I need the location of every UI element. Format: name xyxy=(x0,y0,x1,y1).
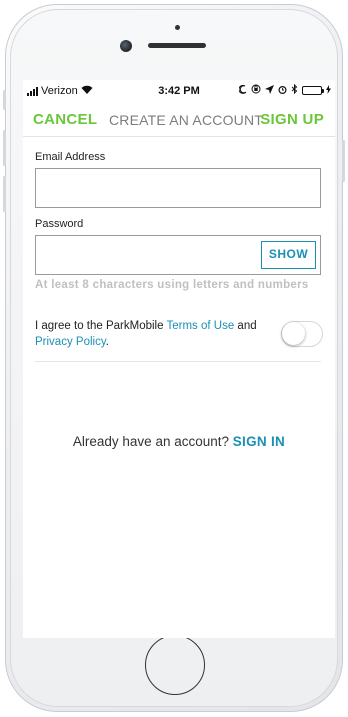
agree-suffix: . xyxy=(105,336,109,348)
nav-bar: CANCEL CREATE AN ACCOUNT SIGN UP xyxy=(23,102,335,137)
divider xyxy=(35,361,321,362)
proximity-sensor xyxy=(175,25,180,30)
signin-prompt: Already have an account? SIGN IN xyxy=(23,434,335,449)
sign-in-link[interactable]: SIGN IN xyxy=(233,434,285,449)
volume-up-button xyxy=(3,130,6,166)
lock-rotation-icon xyxy=(251,84,261,97)
password-label: Password xyxy=(35,218,84,230)
terms-agreement-text: I agree to the ParkMobile Terms of Use a… xyxy=(35,318,275,350)
status-bar: Verizon 3:42 PM xyxy=(23,80,335,102)
email-field[interactable] xyxy=(36,169,320,207)
terms-agree-toggle[interactable] xyxy=(281,321,323,347)
email-label: Email Address xyxy=(35,151,106,163)
sign-up-button[interactable]: SIGN UP xyxy=(260,111,324,128)
bluetooth-icon xyxy=(291,83,298,97)
power-button xyxy=(342,140,345,182)
email-field-box xyxy=(35,168,321,208)
volume-down-button xyxy=(3,176,6,212)
terms-of-use-link[interactable]: Terms of Use xyxy=(166,320,234,332)
show-password-button[interactable]: SHOW xyxy=(261,241,316,269)
earpiece-speaker xyxy=(148,43,206,48)
status-right xyxy=(238,83,331,97)
front-camera xyxy=(120,40,132,52)
cancel-button[interactable]: CANCEL xyxy=(33,111,97,128)
signin-question: Already have an account? xyxy=(72,434,233,449)
alarm-icon xyxy=(278,85,287,97)
toggle-knob xyxy=(282,322,305,345)
moon-icon xyxy=(238,84,247,97)
silent-switch xyxy=(3,90,6,110)
app-screen: Verizon 3:42 PM CANCEL CREATE AN ACCOUNT… xyxy=(23,80,335,638)
privacy-policy-link[interactable]: Privacy Policy xyxy=(35,336,106,348)
battery-icon xyxy=(302,86,324,95)
home-button[interactable] xyxy=(145,635,205,695)
agree-prefix: I agree to the ParkMobile xyxy=(35,320,167,332)
location-arrow-icon xyxy=(265,84,274,97)
page-title: CREATE AN ACCOUNT xyxy=(109,112,264,128)
charging-bolt-icon xyxy=(326,84,331,97)
agree-middle: and xyxy=(234,320,257,332)
password-field[interactable] xyxy=(36,236,256,274)
password-hint: At least 8 characters using letters and … xyxy=(35,279,309,291)
password-field-box: SHOW xyxy=(35,235,321,275)
